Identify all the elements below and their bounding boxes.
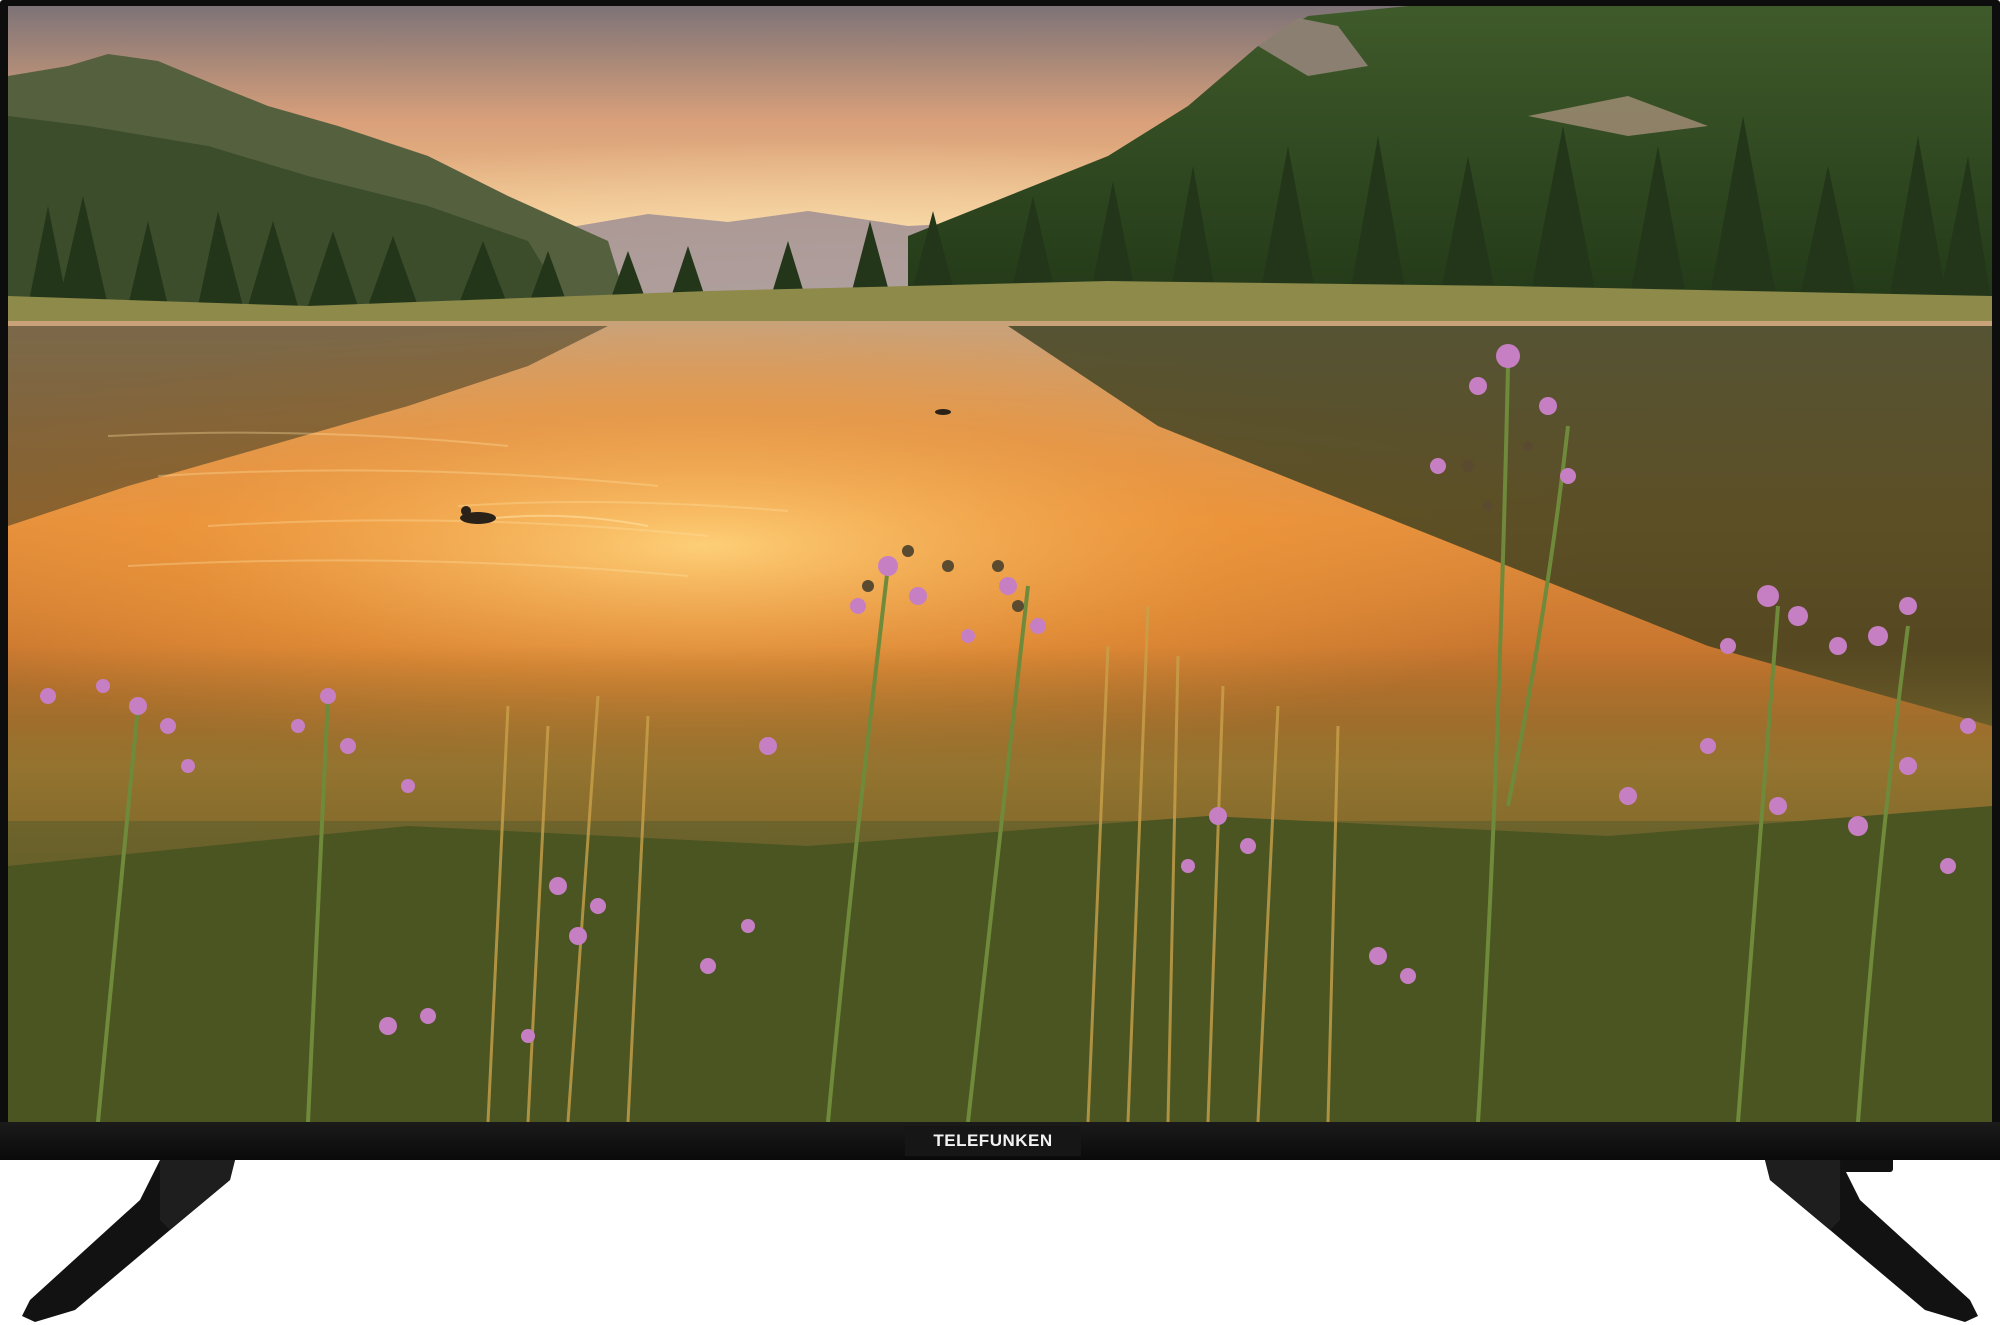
tv-screen — [8, 6, 1992, 1122]
right-stand-leg — [1765, 1160, 1978, 1322]
landscape-image — [8, 6, 1992, 1122]
left-stand-leg — [22, 1160, 235, 1322]
brand-plate: TELEFUNKEN — [905, 1126, 1081, 1156]
television: TELEFUNKEN — [0, 0, 2000, 1325]
brand-logo: TELEFUNKEN — [933, 1131, 1053, 1150]
